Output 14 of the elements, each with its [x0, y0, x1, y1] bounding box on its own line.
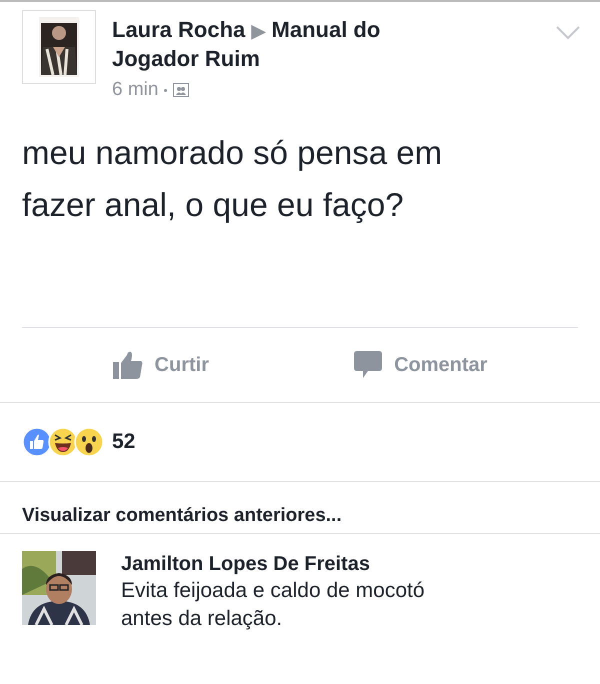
commenter-name[interactable]: Jamilton Lopes De Freitas — [121, 551, 461, 577]
dot-separator-icon — [164, 88, 168, 92]
thumbs-up-icon — [112, 351, 143, 379]
post-text: meu namorado só pensa em fazer anal, o que eu faço? — [21, 133, 444, 225]
author-avatar[interactable] — [22, 10, 96, 84]
laughing-face-icon — [48, 427, 78, 457]
surprised-face-icon — [74, 427, 104, 457]
group-audience-icon — [173, 83, 190, 97]
like-reaction-icon — [22, 427, 52, 457]
post-title[interactable]: Laura Rocha ▶ Manual do Jogador Ruim — [112, 16, 442, 73]
comment-text: Evita feijoada e caldo de mocotó antes da relação. — [121, 578, 426, 632]
previous-comments-link[interactable]: Visualizar comentários anteriores... — [0, 482, 600, 533]
reaction-count[interactable]: 52 — [112, 430, 136, 454]
speech-bubble-icon — [354, 351, 382, 379]
